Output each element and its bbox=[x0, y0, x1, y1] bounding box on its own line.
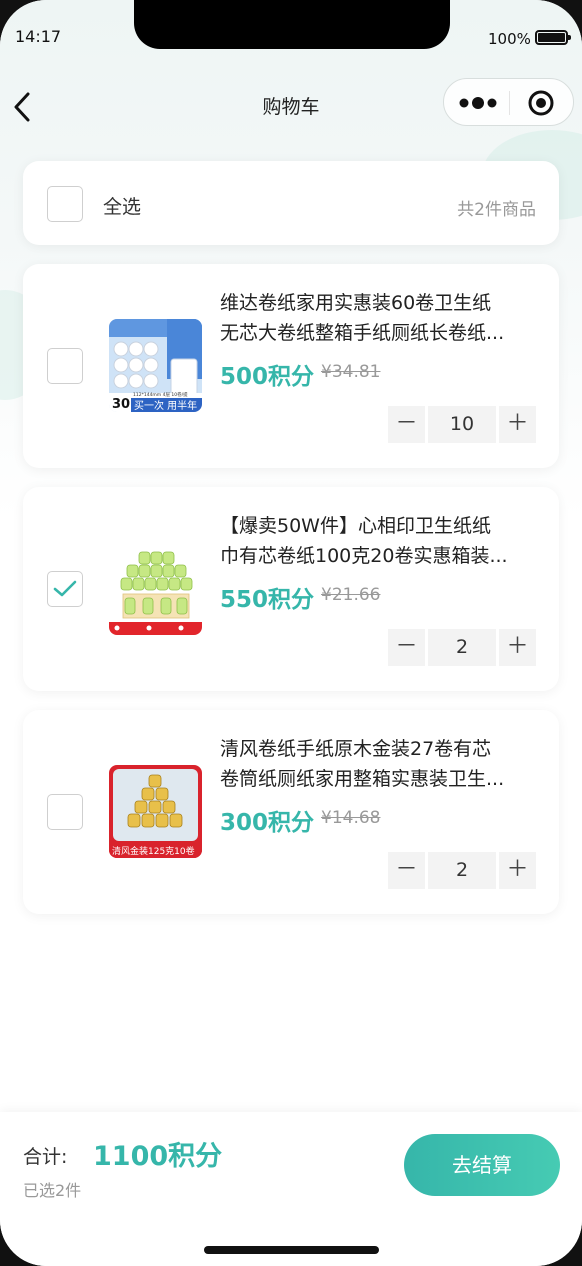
select-all-card: 全选 共2件商品 bbox=[23, 161, 559, 245]
product-title[interactable]: 清风卷纸手纸原木金装27卷有芯 卷筒纸厕纸家用整箱实惠装卫生... bbox=[220, 734, 538, 794]
home-indicator bbox=[204, 1246, 379, 1254]
decrease-quantity-button[interactable]: － bbox=[388, 852, 425, 889]
select-all-checkbox[interactable] bbox=[47, 186, 83, 222]
checkout-bar: 合计: 1100积分 已选2件 去结算 bbox=[0, 1112, 582, 1266]
device-notch bbox=[134, 0, 450, 49]
battery-percentage: 100% bbox=[488, 30, 531, 48]
more-menu-button[interactable] bbox=[456, 89, 512, 117]
selected-count: 已选2件 bbox=[23, 1181, 82, 1200]
decrease-quantity-button[interactable]: － bbox=[388, 629, 425, 666]
product-points: 550积分 bbox=[220, 587, 315, 613]
product-title[interactable]: 维达卷纸家用实惠装60卷卫生纸 无芯大卷纸整箱手纸厕纸长卷纸... bbox=[220, 288, 538, 348]
total-label: 合计: bbox=[23, 1146, 68, 1168]
product-title-line: 卷筒纸厕纸家用整箱实惠装卫生... bbox=[220, 768, 505, 790]
more-dots-icon bbox=[459, 97, 497, 109]
toilet-paper-image: 30 买一次 用半年 112*144mm 4层 10卷/提 bbox=[109, 319, 202, 412]
miniprogram-capsule bbox=[443, 78, 574, 126]
item-checkbox[interactable] bbox=[47, 348, 83, 384]
status-time: 14:17 bbox=[15, 27, 62, 46]
product-points: 500积分 bbox=[220, 364, 315, 390]
select-all-label: 全选 bbox=[103, 196, 142, 218]
toilet-paper-image: 清风金装125克10卷 bbox=[109, 765, 202, 858]
product-original-price: ¥21.66 bbox=[321, 585, 381, 605]
product-title-line: 维达卷纸家用实惠装60卷卫生纸 bbox=[220, 292, 492, 314]
product-title-line: 清风卷纸手纸原木金装27卷有芯 bbox=[220, 738, 492, 760]
quantity-value[interactable]: 2 bbox=[428, 852, 496, 889]
product-image[interactable] bbox=[109, 542, 202, 635]
product-image[interactable]: 清风金装125克10卷 bbox=[109, 765, 202, 858]
cart-item: 30 买一次 用半年 112*144mm 4层 10卷/提 维达卷纸家用实惠装6… bbox=[23, 264, 559, 468]
decrease-quantity-button[interactable]: － bbox=[388, 406, 425, 443]
total-points: 1100积分 bbox=[93, 1141, 223, 1172]
product-title-line: 巾有芯卷纸100克20卷实惠箱装... bbox=[220, 545, 508, 567]
product-title-line: 无芯大卷纸整箱手纸厕纸长卷纸... bbox=[220, 322, 505, 344]
checkout-button[interactable]: 去结算 bbox=[404, 1134, 560, 1196]
increase-quantity-button[interactable]: ＋ bbox=[499, 629, 536, 666]
item-count-text: 共2件商品 bbox=[457, 200, 536, 220]
image-banner: 买一次 用半年 bbox=[134, 399, 197, 412]
item-checkbox[interactable] bbox=[47, 794, 83, 830]
product-title[interactable]: 【爆卖50W件】心相印卫生纸纸 巾有芯卷纸100克20卷实惠箱装... bbox=[220, 511, 538, 571]
item-checkbox-checked[interactable] bbox=[47, 571, 83, 607]
target-icon bbox=[528, 90, 554, 116]
image-badge: 30 bbox=[112, 397, 130, 412]
product-original-price: ¥14.68 bbox=[321, 808, 381, 828]
cart-item: 清风金装125克10卷 清风卷纸手纸原木金装27卷有芯 卷筒纸厕纸家用整箱实惠装… bbox=[23, 710, 559, 914]
product-title-line: 【爆卖50W件】心相印卫生纸纸 bbox=[220, 515, 491, 537]
toilet-paper-image bbox=[109, 542, 202, 635]
increase-quantity-button[interactable]: ＋ bbox=[499, 852, 536, 889]
product-points: 300积分 bbox=[220, 810, 315, 836]
quantity-value[interactable]: 10 bbox=[428, 406, 496, 443]
cart-item: 【爆卖50W件】心相印卫生纸纸 巾有芯卷纸100克20卷实惠箱装... 550积… bbox=[23, 487, 559, 691]
capsule-divider bbox=[509, 91, 510, 115]
battery-icon bbox=[535, 30, 571, 45]
increase-quantity-button[interactable]: ＋ bbox=[499, 406, 536, 443]
image-spec: 112*144mm 4层 10卷/提 bbox=[133, 391, 188, 398]
phone-screen: 14:17 100% 购物车 全选 共2件商品 30 买一次 用半年 112*1… bbox=[0, 0, 582, 1266]
image-banner: 清风金装125克10卷 bbox=[112, 845, 195, 857]
product-image[interactable]: 30 买一次 用半年 112*144mm 4层 10卷/提 bbox=[109, 319, 202, 412]
checkmark-icon bbox=[53, 580, 77, 597]
close-miniprogram-button[interactable] bbox=[524, 89, 558, 117]
product-original-price: ¥34.81 bbox=[321, 362, 381, 382]
quantity-value[interactable]: 2 bbox=[428, 629, 496, 666]
